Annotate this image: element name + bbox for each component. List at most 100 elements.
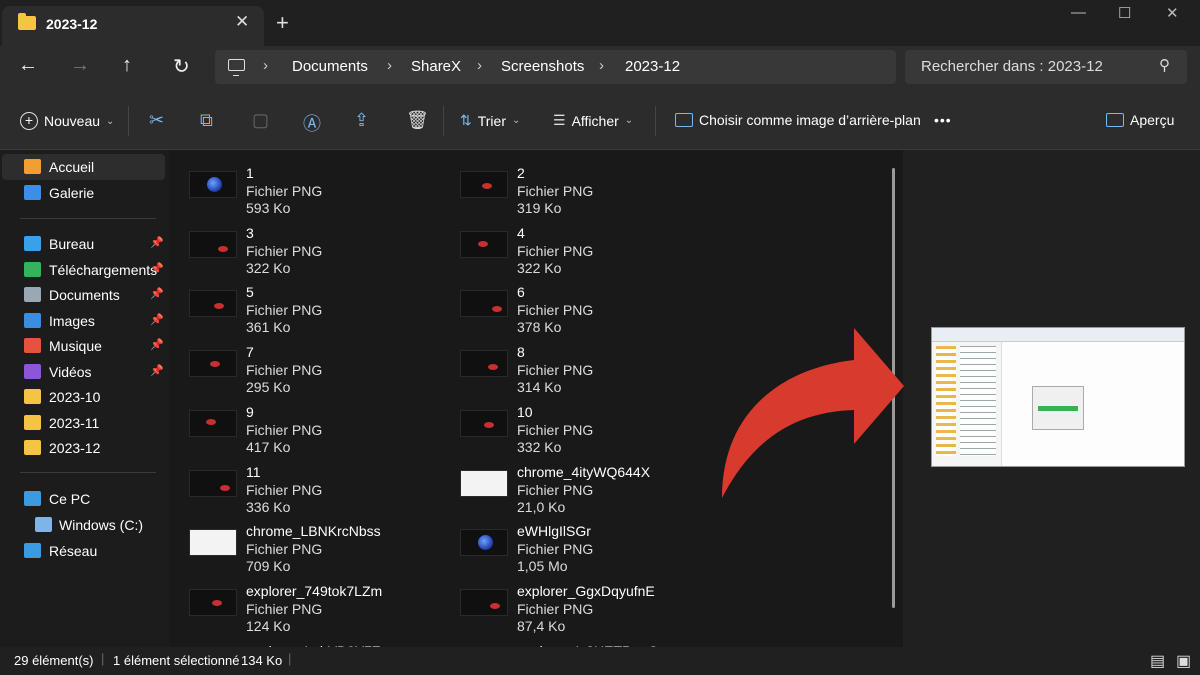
- sidebar-item-2023-11[interactable]: 2023-11: [2, 410, 165, 436]
- copy-icon[interactable]: ⧉: [200, 110, 213, 131]
- cut-icon[interactable]: ✂: [149, 110, 164, 131]
- forward-button[interactable]: →: [70, 54, 90, 77]
- chevron-right-icon[interactable]: ›: [263, 57, 268, 74]
- file-item[interactable]: 5 Fichier PNG 361 Ko: [170, 275, 440, 335]
- details-view-icon[interactable]: ▤: [1150, 651, 1165, 671]
- sidebar-item-vid-os[interactable]: Vidéos 📌: [2, 359, 165, 385]
- pin-icon[interactable]: 📌: [150, 287, 164, 300]
- file-item[interactable]: explorer_ImbVD0Y7Zp: [170, 634, 440, 647]
- sidebar-item-label: 2023-10: [49, 389, 101, 405]
- search-input[interactable]: Rechercher dans : 2023-12: [921, 58, 1103, 75]
- gallery-icon: [24, 185, 41, 200]
- sidebar-item-accueil[interactable]: Accueil: [2, 154, 165, 180]
- file-type: Fichier PNG: [517, 362, 594, 379]
- up-button[interactable]: ↑: [122, 54, 132, 77]
- pin-icon[interactable]: 📌: [150, 262, 164, 275]
- address-bar[interactable]: › Documents › ShareX › Screenshots › 202…: [215, 50, 896, 84]
- file-item[interactable]: explorer_GgxDqyufnE Fichier PNG 87,4 Ko: [441, 574, 711, 634]
- delete-icon[interactable]: 🗑: [406, 110, 429, 131]
- set-wallpaper-button[interactable]: Choisir comme image d’arrière-plan: [675, 112, 921, 128]
- file-item[interactable]: 6 Fichier PNG 378 Ko: [441, 275, 711, 335]
- pin-icon[interactable]: 📌: [150, 364, 164, 377]
- file-item[interactable]: 4 Fichier PNG 322 Ko: [441, 216, 711, 276]
- sort-button[interactable]: ⇅ Trier ⌄: [460, 112, 520, 129]
- file-size: 332 Ko: [517, 438, 562, 455]
- sidebar-item-windows-c-[interactable]: Windows (C:): [2, 512, 165, 538]
- file-item[interactable]: chrome_LBNKrcNbss Fichier PNG 709 Ko: [170, 514, 440, 574]
- tiles-view-icon[interactable]: ▣: [1176, 651, 1191, 671]
- pin-icon[interactable]: 📌: [150, 236, 164, 249]
- rename-icon[interactable]: Ⓐ: [303, 110, 321, 136]
- breadcrumb-2023-12[interactable]: 2023-12: [625, 58, 680, 75]
- sidebar-item-documents[interactable]: Documents 📌: [2, 282, 165, 308]
- new-tab-button[interactable]: +: [276, 10, 289, 36]
- file-item[interactable]: 11 Fichier PNG 336 Ko: [170, 455, 440, 515]
- file-item[interactable]: 2 Fichier PNG 319 Ko: [441, 156, 711, 216]
- new-button[interactable]: + Nouveau ⌄: [20, 112, 114, 130]
- file-item[interactable]: explorer_749tok7LZm Fichier PNG 124 Ko: [170, 574, 440, 634]
- back-button[interactable]: ←: [18, 54, 38, 77]
- file-item[interactable]: explorer_Iy8UET5wqQ: [441, 634, 711, 647]
- document-icon: [24, 287, 41, 302]
- pin-icon[interactable]: 📌: [150, 338, 164, 351]
- sidebar-item-bureau[interactable]: Bureau 📌: [2, 231, 165, 257]
- search-box[interactable]: Rechercher dans : 2023-12 ⚲: [905, 50, 1187, 84]
- minimize-button[interactable]: —: [1071, 4, 1086, 21]
- search-icon: ⚲: [1159, 57, 1170, 74]
- breadcrumb-documents[interactable]: Documents: [292, 58, 368, 75]
- file-name: 10: [517, 403, 533, 420]
- new-label: Nouveau: [44, 113, 101, 129]
- file-thumbnail: [460, 171, 508, 198]
- sidebar-item-label: Réseau: [49, 543, 98, 559]
- file-thumbnail: [460, 290, 508, 318]
- pin-icon[interactable]: 📌: [150, 313, 164, 326]
- file-item[interactable]: 8 Fichier PNG 314 Ko: [441, 335, 711, 395]
- file-thumbnail: [189, 409, 237, 437]
- close-window-button[interactable]: ✕: [1166, 4, 1179, 22]
- sidebar-item-label: Windows (C:): [59, 517, 144, 533]
- file-item[interactable]: 3 Fichier PNG 322 Ko: [170, 216, 440, 276]
- share-icon[interactable]: ⇪: [354, 110, 369, 131]
- file-size: 319 Ko: [517, 200, 562, 216]
- file-thumbnail: [189, 350, 237, 378]
- sidebar-item-images[interactable]: Images 📌: [2, 308, 165, 334]
- item-count: 29 élément(s): [14, 653, 94, 668]
- file-explorer-window: 2023-12 ✕ + — ☐ ✕ ← → ↑ ↻ › Documents › …: [0, 0, 1200, 675]
- sidebar-item-2023-10[interactable]: 2023-10: [2, 384, 165, 410]
- more-options-icon[interactable]: •••: [934, 112, 952, 128]
- chevron-right-icon[interactable]: ›: [599, 57, 604, 74]
- tab-2023-12[interactable]: 2023-12 ✕: [2, 6, 264, 46]
- file-item[interactable]: 9 Fichier PNG 417 Ko: [170, 395, 440, 455]
- preview-pane-button[interactable]: Aperçu: [1106, 112, 1174, 128]
- file-type: Fichier PNG: [246, 242, 323, 259]
- sidebar-item-label: Images: [49, 313, 95, 329]
- close-tab-icon[interactable]: ✕: [235, 12, 249, 32]
- sidebar-item-galerie[interactable]: Galerie: [2, 180, 165, 206]
- file-type: Fichier PNG: [517, 302, 594, 319]
- paste-icon[interactable]: ▢: [252, 110, 269, 131]
- file-name: 2: [517, 165, 525, 181]
- file-size: 124 Ko: [246, 617, 291, 634]
- sidebar-item-ce-pc[interactable]: Ce PC: [2, 486, 165, 512]
- refresh-button[interactable]: ↻: [173, 54, 190, 79]
- sidebar-item-2023-12[interactable]: 2023-12: [2, 435, 165, 461]
- file-item[interactable]: chrome_4ityWQ644X Fichier PNG 21,0 Ko: [441, 455, 711, 515]
- file-type: Fichier PNG: [517, 421, 594, 438]
- file-item[interactable]: eWHlgIlSGr Fichier PNG 1,05 Mo: [441, 514, 711, 574]
- chevron-right-icon[interactable]: ›: [477, 57, 482, 74]
- file-item[interactable]: 1 Fichier PNG 593 Ko: [170, 156, 440, 216]
- file-name: 3: [246, 224, 254, 241]
- set-wallpaper-label: Choisir comme image d’arrière-plan: [699, 112, 921, 128]
- maximize-button[interactable]: ☐: [1118, 4, 1131, 22]
- sidebar-item-musique[interactable]: Musique 📌: [2, 333, 165, 359]
- view-button[interactable]: ☰ Afficher ⌄: [553, 112, 633, 129]
- file-item[interactable]: 7 Fichier PNG 295 Ko: [170, 335, 440, 395]
- sidebar-item-t-l-chargements[interactable]: Téléchargements 📌: [2, 257, 165, 283]
- file-item[interactable]: 10 Fichier PNG 332 Ko: [441, 395, 711, 455]
- tab-title: 2023-12: [46, 16, 98, 32]
- breadcrumb-sharex[interactable]: ShareX: [411, 58, 461, 75]
- file-type: Fichier PNG: [517, 481, 594, 498]
- breadcrumb-screenshots[interactable]: Screenshots: [501, 58, 584, 75]
- chevron-right-icon[interactable]: ›: [387, 57, 392, 74]
- sidebar-item-r-seau[interactable]: Réseau: [2, 538, 165, 564]
